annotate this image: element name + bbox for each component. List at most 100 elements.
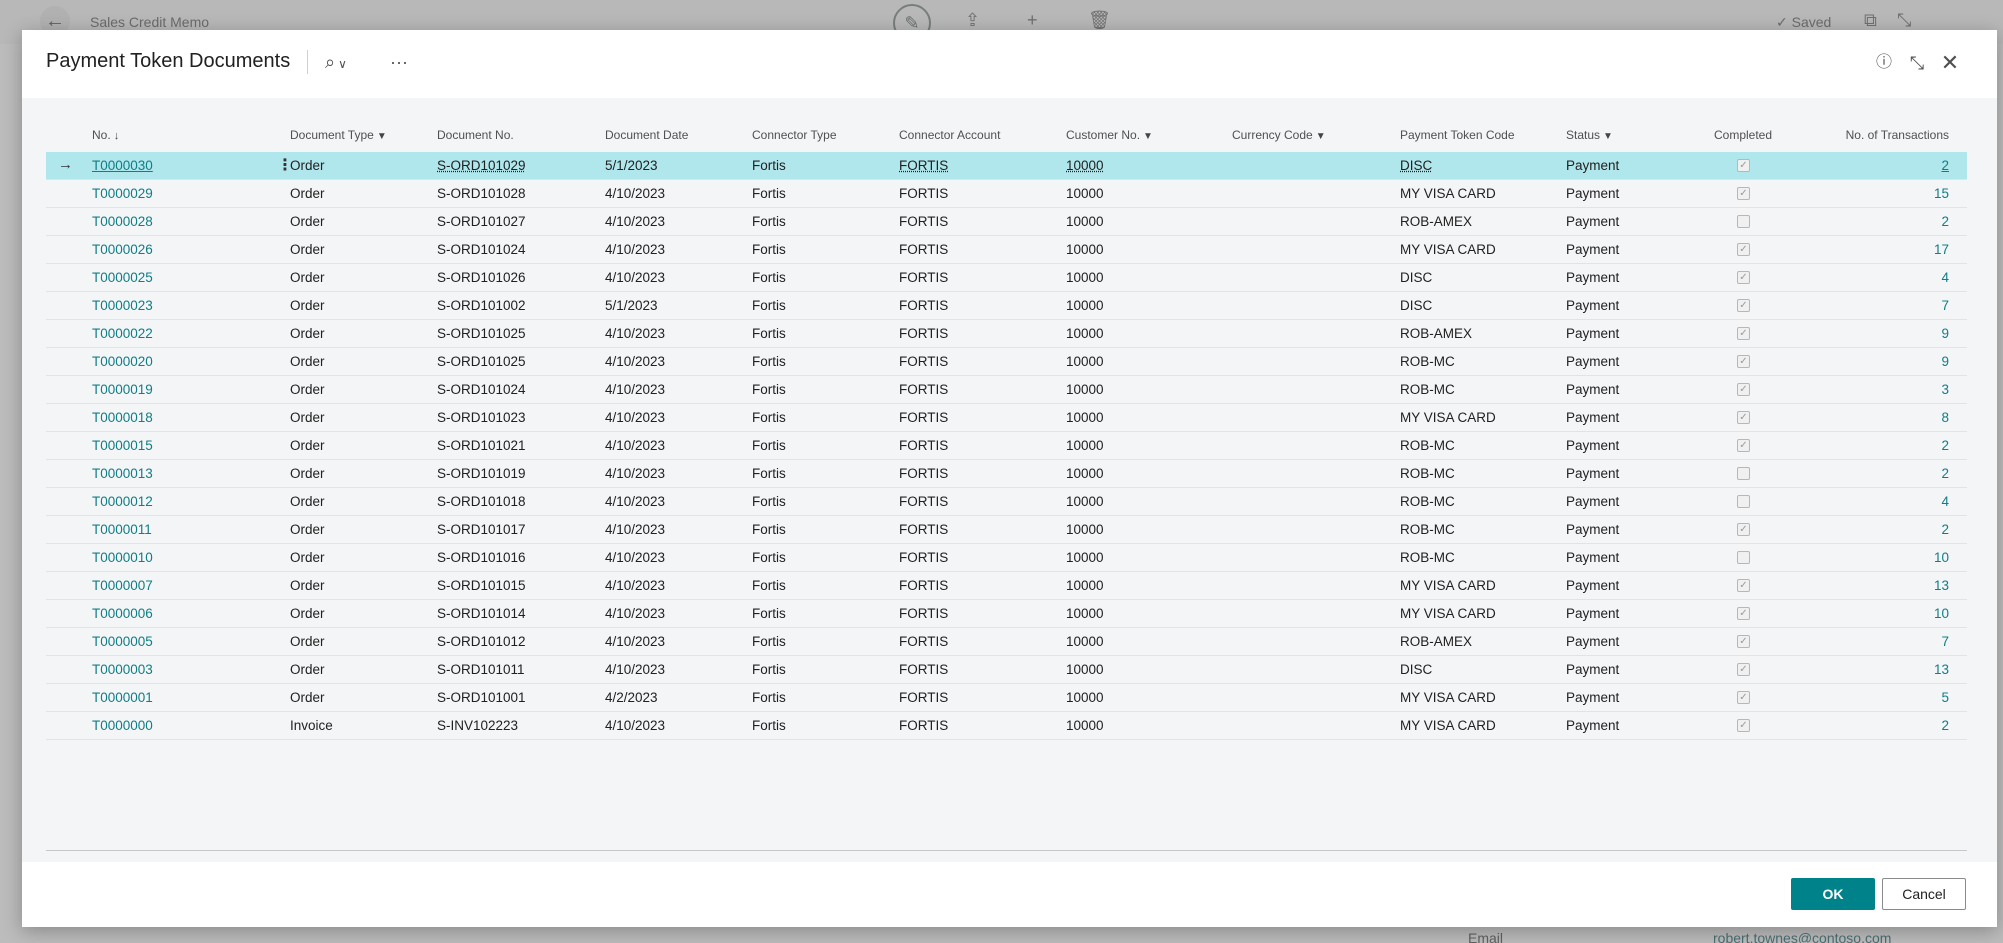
completed-checkbox[interactable] (1737, 467, 1750, 480)
completed-checkbox[interactable]: ✓ (1737, 719, 1750, 732)
completed-checkbox[interactable] (1737, 495, 1750, 508)
cell-transactions[interactable]: 10 (1934, 606, 1949, 621)
cell-no[interactable]: T0000011 (92, 522, 152, 537)
completed-checkbox[interactable]: ✓ (1737, 327, 1750, 340)
cell-transactions[interactable]: 7 (1941, 298, 1949, 313)
cell-transactions[interactable]: 2 (1941, 718, 1949, 733)
cell-no[interactable]: T0000019 (92, 382, 153, 397)
table-row[interactable]: T0000023 Order S-ORD101002 5/1/2023 Fortis FO… (46, 292, 1967, 320)
col-header-status[interactable]: Status ▼ (1566, 128, 1613, 142)
cell-transactions[interactable]: 2 (1941, 522, 1949, 537)
table-row[interactable]: T0000015 Order S-ORD101021 4/10/2023 Fortis F… (46, 432, 1967, 460)
cell-no[interactable]: T0000005 (92, 634, 153, 649)
cell-no[interactable]: T0000026 (92, 242, 153, 257)
table-row[interactable]: T0000001 Order S-ORD101001 4/2/2023 Fortis FO… (46, 684, 1967, 712)
cancel-button[interactable]: Cancel (1882, 878, 1966, 910)
cell-no[interactable]: T0000006 (92, 606, 153, 621)
table-row[interactable]: T0000010 Order S-ORD101016 4/10/2023 Fortis F… (46, 544, 1967, 572)
table-row[interactable]: T0000018 Order S-ORD101023 4/10/2023 Fortis F… (46, 404, 1967, 432)
completed-checkbox[interactable]: ✓ (1737, 299, 1750, 312)
sort-descending-icon[interactable]: ↓ (114, 130, 120, 142)
cell-transactions[interactable]: 10 (1934, 550, 1949, 565)
cell-transactions[interactable]: 17 (1934, 242, 1949, 257)
chevron-down-icon[interactable]: ∨ (338, 57, 347, 71)
col-header-document-no[interactable]: Document No. (437, 128, 514, 142)
table-row[interactable]: T0000020 Order S-ORD101025 4/10/2023 Fortis F… (46, 348, 1967, 376)
col-header-no[interactable]: No. ↓ (92, 128, 119, 142)
cell-transactions[interactable]: 2 (1941, 466, 1949, 481)
completed-checkbox[interactable]: ✓ (1737, 159, 1750, 172)
completed-checkbox[interactable]: ✓ (1737, 663, 1750, 676)
completed-checkbox[interactable]: ✓ (1737, 579, 1750, 592)
cell-transactions[interactable]: 15 (1934, 186, 1949, 201)
cell-transactions[interactable]: 2 (1941, 214, 1949, 229)
table-row[interactable]: T0000029 Order S-ORD101028 4/10/2023 Fortis F… (46, 180, 1967, 208)
info-icon[interactable]: ⓘ (1870, 49, 1898, 77)
table-row[interactable]: → ⋮ T0000030 Order S-ORD101029 5/1/2023 Fortis… (46, 152, 1967, 180)
table-row[interactable]: T0000000 Invoice S-INV102223 4/10/2023 Forti… (46, 712, 1967, 740)
cell-no[interactable]: T0000003 (92, 662, 153, 677)
table-row[interactable]: T0000022 Order S-ORD101025 4/10/2023 Fortis F… (46, 320, 1967, 348)
table-row[interactable]: T0000026 Order S-ORD101024 4/10/2023 Fortis F… (46, 236, 1967, 264)
completed-checkbox[interactable]: ✓ (1737, 243, 1750, 256)
table-row[interactable]: T0000025 Order S-ORD101026 4/10/2023 Fortis F… (46, 264, 1967, 292)
completed-checkbox[interactable]: ✓ (1737, 439, 1750, 452)
cell-transactions[interactable]: 5 (1941, 690, 1949, 705)
col-header-customer-no[interactable]: Customer No. ▼ (1066, 128, 1153, 142)
cell-transactions[interactable]: 3 (1941, 382, 1949, 397)
cell-no[interactable]: T0000022 (92, 326, 153, 341)
cell-transactions[interactable]: 4 (1941, 494, 1949, 509)
close-icon[interactable]: ✕ (1936, 49, 1964, 77)
cell-transactions[interactable]: 2 (1941, 158, 1949, 173)
filter-icon[interactable]: ▼ (1143, 131, 1153, 142)
cell-no[interactable]: T0000018 (92, 410, 153, 425)
cell-transactions[interactable]: 13 (1934, 578, 1949, 593)
ok-button[interactable]: OK (1791, 878, 1875, 910)
cell-no[interactable]: T0000029 (92, 186, 153, 201)
table-row[interactable]: T0000011 Order S-ORD101017 4/10/2023 Fortis F… (46, 516, 1967, 544)
collapse-icon[interactable]: ⤡ (1903, 49, 1931, 77)
col-header-completed[interactable]: Completed (1714, 128, 1772, 142)
table-row[interactable]: T0000006 Order S-ORD101014 4/10/2023 Fortis F… (46, 600, 1967, 628)
cell-no[interactable]: T0000000 (92, 718, 153, 733)
col-header-currency-code[interactable]: Currency Code ▼ (1232, 128, 1326, 142)
search-icon[interactable]: ⌕ ∨ (325, 47, 369, 77)
col-header-payment-token-code[interactable]: Payment Token Code (1400, 128, 1515, 142)
col-header-connector-type[interactable]: Connector Type (752, 128, 837, 142)
cell-no[interactable]: T0000012 (92, 494, 153, 509)
cell-no[interactable]: T0000025 (92, 270, 153, 285)
col-header-connector-account[interactable]: Connector Account (899, 128, 1000, 142)
table-row[interactable]: T0000013 Order S-ORD101019 4/10/2023 Fortis F… (46, 460, 1967, 488)
table-row[interactable]: T0000028 Order S-ORD101027 4/10/2023 Fortis F… (46, 208, 1967, 236)
cell-no[interactable]: T0000028 (92, 214, 153, 229)
cell-no[interactable]: T0000023 (92, 298, 153, 313)
table-row[interactable]: T0000003 Order S-ORD101011 4/10/2023 Fortis F… (46, 656, 1967, 684)
cell-transactions[interactable]: 9 (1941, 354, 1949, 369)
cell-no[interactable]: T0000020 (92, 354, 153, 369)
completed-checkbox[interactable]: ✓ (1737, 691, 1750, 704)
completed-checkbox[interactable]: ✓ (1737, 635, 1750, 648)
completed-checkbox[interactable] (1737, 551, 1750, 564)
completed-checkbox[interactable]: ✓ (1737, 523, 1750, 536)
cell-no[interactable]: T0000015 (92, 438, 153, 453)
cell-transactions[interactable]: 8 (1941, 410, 1949, 425)
completed-checkbox[interactable]: ✓ (1737, 607, 1750, 620)
cell-transactions[interactable]: 7 (1941, 634, 1949, 649)
cell-no[interactable]: T0000010 (92, 550, 153, 565)
completed-checkbox[interactable]: ✓ (1737, 383, 1750, 396)
cell-transactions[interactable]: 4 (1941, 270, 1949, 285)
table-row[interactable]: T0000007 Order S-ORD101015 4/10/2023 Fortis F… (46, 572, 1967, 600)
cell-transactions[interactable]: 13 (1934, 662, 1949, 677)
completed-checkbox[interactable] (1737, 215, 1750, 228)
cell-transactions[interactable]: 2 (1941, 438, 1949, 453)
cell-no[interactable]: T0000007 (92, 578, 153, 593)
cell-no[interactable]: T0000030 (92, 158, 153, 173)
completed-checkbox[interactable]: ✓ (1737, 411, 1750, 424)
filter-icon[interactable]: ▼ (1316, 131, 1326, 142)
table-row[interactable]: T0000019 Order S-ORD101024 4/10/2023 Fortis F… (46, 376, 1967, 404)
completed-checkbox[interactable]: ✓ (1737, 271, 1750, 284)
col-header-document-type[interactable]: Document Type ▼ (290, 128, 387, 142)
table-row[interactable]: T0000012 Order S-ORD101018 4/10/2023 Fortis F… (46, 488, 1967, 516)
filter-icon[interactable]: ▼ (1603, 131, 1613, 142)
completed-checkbox[interactable]: ✓ (1737, 355, 1750, 368)
